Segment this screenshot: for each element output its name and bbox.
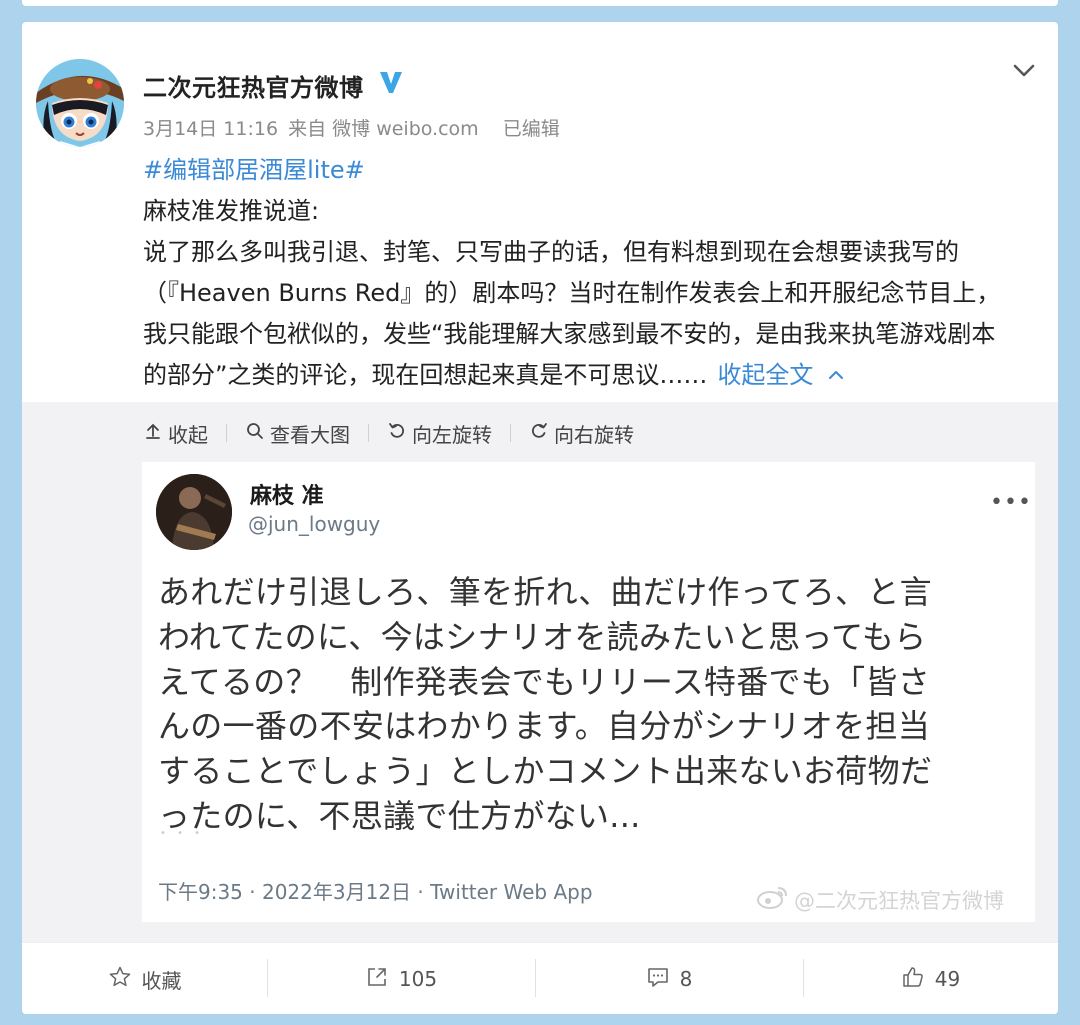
post-meta: 3月14日 11:16 来自 微博 weibo.com 已编辑 (143, 114, 564, 141)
tweet-line: することでしょう」としかコメント出来ないお荷物だ (158, 752, 933, 791)
tweet-author-name: 麻枝 准 (250, 484, 324, 509)
post-line: 麻枝准发推说道: (143, 197, 320, 225)
tweet-footer: 下午9:35 · 2022年3月12日 · Twitter Web App (158, 880, 593, 904)
comment-count: 8 (679, 967, 693, 991)
like-count: 49 (934, 967, 961, 991)
post-source: 来自 微博 weibo.com (288, 118, 479, 140)
post-date[interactable]: 3月14日 11:16 (143, 118, 278, 140)
tweet-text: あれだけ引退しろ、筆を折れ、曲だけ作ってろ、と言 われてたのに、今はシナリオを読… (158, 570, 1018, 839)
tweet-author-handle: @jun_lowguy (248, 512, 381, 536)
rotate-left-button[interactable]: 向左旋转 (387, 419, 492, 448)
favorite-label: 收藏 (141, 968, 182, 993)
tweet-line: えてるの？ 制作発表会でもリリース特番でも「皆さ (158, 662, 931, 701)
verified-icon (377, 68, 405, 96)
rotate-right-button[interactable]: 向右旋转 (529, 419, 634, 448)
view-large-label: 查看大图 (270, 422, 350, 447)
toolbar-divider (510, 424, 511, 442)
toolbar-divider (368, 424, 369, 442)
like-icon (901, 965, 935, 994)
search-icon (245, 421, 270, 446)
comment-icon (646, 965, 680, 994)
media-toolbar: 收起 查看大图 向左旋转 向右旋转 (143, 419, 634, 448)
favorite-button[interactable]: 收藏 (22, 943, 267, 1014)
post-line: （『Heaven Burns Red』的）剧本吗？当时在制作发表会上和开服纪念节… (143, 279, 1001, 307)
star-icon (108, 965, 142, 994)
author-avatar[interactable] (36, 59, 124, 147)
tweet-line: あれだけ引退しろ、筆を折れ、曲だけ作ってろ、と言 (158, 573, 932, 611)
post-line: 的部分”之类的评论，现在回想起来真是不可思议…… (143, 361, 708, 389)
media-panel: 收起 查看大图 向左旋转 向右旋转 麻枝 准 @jun_lowguy ••• あ… (22, 402, 1058, 942)
comment-button[interactable]: 8 (535, 943, 803, 1014)
post-body: #编辑部居酒屋lite# 麻枝准发推说道: 说了那么多叫我引退、封笔、只写曲子的… (143, 150, 1043, 397)
tweet-screenshot[interactable]: 麻枝 准 @jun_lowguy ••• あれだけ引退しろ、筆を折れ、曲だけ作っ… (142, 462, 1035, 922)
chevron-down-icon[interactable] (1010, 56, 1038, 84)
weibo-icon (756, 884, 794, 915)
post-line: 说了那么多叫我引退、封笔、只写曲子的话，但有料想到现在会想要读我写的 (143, 238, 959, 266)
view-large-button[interactable]: 查看大图 (245, 419, 350, 448)
toolbar-divider (226, 424, 227, 442)
action-bar: 收藏 105 8 49 (22, 942, 1058, 1014)
rotate-left-label: 向左旋转 (412, 422, 492, 447)
edited-label[interactable]: 已编辑 (503, 118, 560, 140)
like-button[interactable]: 49 (803, 943, 1058, 1014)
watermark-text: @二次元狂热官方微博 (794, 888, 1004, 913)
post-line: 我只能跟个包袱似的，发些“我能理解大家感到最不安的，是由我来执笔游戏剧本 (143, 320, 996, 348)
rotate-left-icon (387, 421, 412, 446)
author-name[interactable]: 二次元狂热官方微博 (143, 68, 364, 103)
collapse-text-link[interactable]: 收起全文 (717, 361, 813, 389)
weibo-watermark: @二次元狂热官方微博 (756, 884, 1004, 915)
hashtag-link[interactable]: #编辑部居酒屋lite# (143, 156, 365, 184)
more-icon: ••• (990, 490, 1032, 515)
repost-icon (365, 965, 399, 994)
upload-icon (143, 421, 168, 446)
tweet-faint-dots: • • • (160, 828, 205, 839)
previous-card-edge (22, 0, 1058, 6)
collapse-media-button[interactable]: 收起 (143, 419, 208, 448)
collapse-media-label: 收起 (168, 422, 208, 447)
weibo-post-card: 二次元狂热官方微博 3月14日 11:16 来自 微博 weibo.com 已编… (22, 22, 1058, 1014)
chevron-up-icon[interactable] (827, 356, 845, 397)
tweet-author-avatar (156, 474, 232, 550)
tweet-line: んの一番の不安はわかります。自分がシナリオを担当 (158, 707, 931, 746)
rotate-right-icon (529, 421, 554, 446)
tweet-line: われてたのに、今はシナリオを読みたいと思ってもら (158, 617, 927, 656)
repost-count: 105 (398, 967, 438, 991)
repost-button[interactable]: 105 (267, 943, 535, 1014)
tweet-line: ったのに、不思議で仕方がない... (158, 796, 641, 835)
rotate-right-label: 向右旋转 (554, 422, 634, 447)
